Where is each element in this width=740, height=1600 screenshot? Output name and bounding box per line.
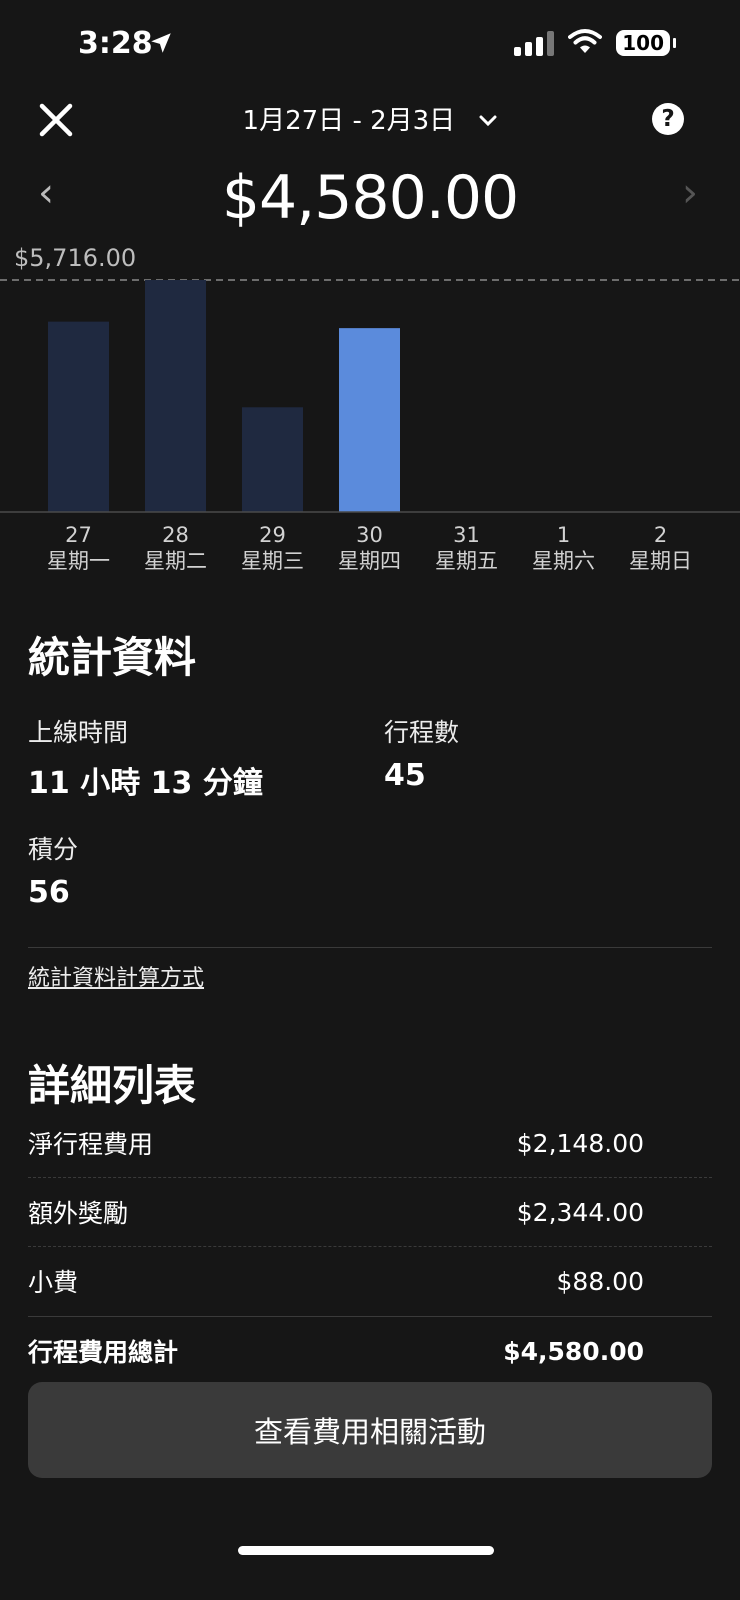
battery-icon: 100	[616, 30, 676, 56]
x-axis-label[interactable]: 28 星期二	[121, 522, 231, 574]
row-value: $2,148.00	[516, 1128, 644, 1158]
battery-level: 100	[622, 31, 664, 55]
row-label: 小費	[28, 1268, 79, 1297]
trips-value: 45	[384, 758, 426, 793]
x-axis-date: 1	[556, 523, 571, 547]
breakdown-total-row: 行程費用總計 $4,580.00	[28, 1317, 644, 1385]
total-value: $4,580.00	[503, 1336, 644, 1366]
x-axis-weekday: 星期四	[338, 549, 401, 573]
date-range-label: 1月27日 - 2月3日	[242, 106, 456, 136]
breakdown-title: 詳細列表	[28, 1061, 197, 1110]
x-axis-weekday: 星期二	[144, 549, 207, 573]
signal-icon	[514, 30, 555, 56]
x-axis-date: 30	[356, 523, 383, 547]
x-axis-label[interactable]: 29 星期三	[218, 522, 328, 574]
x-axis-label[interactable]: 27 星期一	[24, 522, 134, 574]
x-axis-label[interactable]: 30 星期四	[315, 522, 425, 574]
x-axis-label[interactable]: 1 星期六	[509, 522, 619, 574]
view-activity-button[interactable]: 查看費用相關活動	[28, 1382, 712, 1478]
x-axis-label[interactable]: 31 星期五	[412, 522, 522, 574]
earnings-bar-chart	[0, 279, 740, 513]
stats-title: 統計資料	[28, 633, 197, 682]
online-time-value: 11 小時 13 分鐘	[28, 766, 263, 801]
x-axis-weekday: 星期一	[47, 549, 110, 573]
x-axis-label[interactable]: 2 星期日	[606, 522, 716, 574]
weekly-total: $4,580.00	[221, 163, 519, 233]
breakdown-row: 淨行程費用 $2,148.00	[28, 1109, 644, 1177]
trips-label: 行程數	[384, 718, 460, 747]
next-week-button[interactable]: ›	[682, 170, 698, 216]
total-label: 行程費用總計	[28, 1338, 179, 1367]
breakdown-row: 小費 $88.00	[28, 1247, 644, 1315]
status-indicators: 100	[514, 28, 676, 58]
location-arrow-icon	[148, 30, 174, 60]
x-axis-date: 2	[653, 523, 668, 547]
stats-divider	[28, 947, 712, 948]
x-axis-date: 28	[162, 523, 189, 547]
row-label: 額外獎勵	[28, 1199, 129, 1228]
help-icon[interactable]: ?	[652, 103, 684, 135]
x-axis-weekday: 星期三	[241, 549, 304, 573]
x-axis-weekday: 星期日	[629, 549, 692, 573]
chevron-down-icon	[479, 104, 497, 134]
home-indicator	[238, 1546, 494, 1555]
row-value: $2,344.00	[516, 1197, 644, 1227]
points-label: 積分	[28, 835, 79, 864]
points-value: 56	[28, 875, 70, 910]
x-axis-date: 29	[259, 523, 286, 547]
chart-bar[interactable]	[48, 321, 109, 512]
x-axis-date: 31	[453, 523, 480, 547]
x-axis-weekday: 星期六	[532, 549, 595, 573]
x-axis-weekday: 星期五	[435, 549, 498, 573]
x-axis-date: 27	[65, 523, 92, 547]
row-label: 淨行程費用	[28, 1130, 154, 1159]
chart-bar[interactable]	[145, 280, 206, 512]
chart-bar[interactable]	[339, 328, 400, 512]
breakdown-row: 額外獎勵 $2,344.00	[28, 1178, 644, 1246]
chart-bar[interactable]	[242, 407, 303, 512]
stats-calculation-link[interactable]: 統計資料計算方式	[28, 960, 204, 992]
status-time: 3:28	[78, 26, 153, 61]
row-value: $88.00	[556, 1266, 644, 1296]
wifi-icon	[568, 28, 603, 58]
date-range-selector[interactable]: 1月27日 - 2月3日	[0, 100, 740, 137]
chart-max-label: $5,716.00	[14, 244, 137, 272]
online-time-label: 上線時間	[28, 718, 129, 747]
